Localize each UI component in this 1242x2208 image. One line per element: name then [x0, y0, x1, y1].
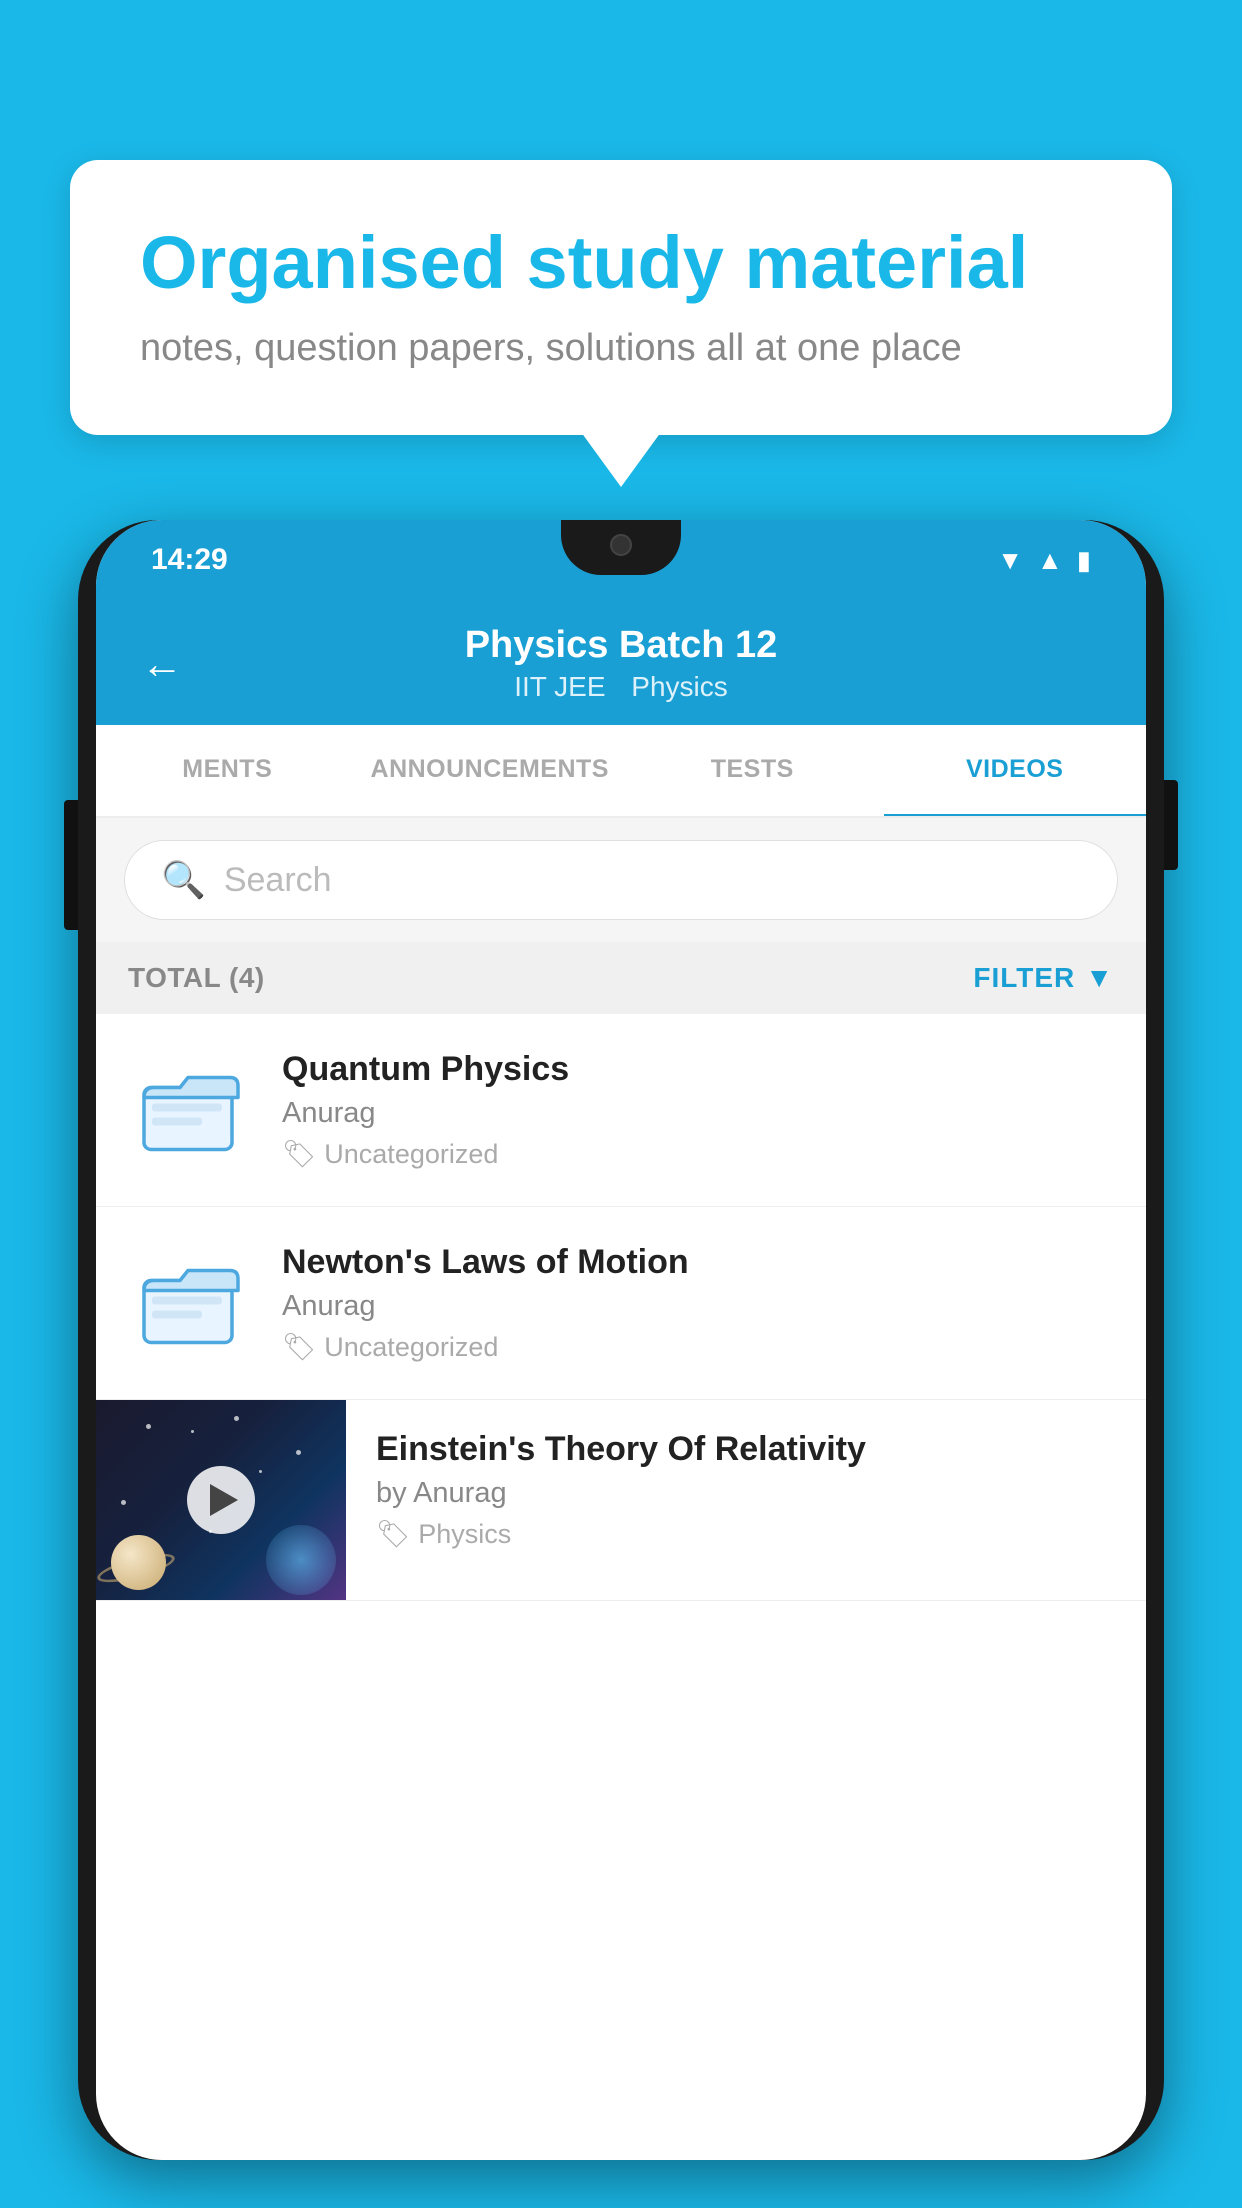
item-title: Quantum Physics: [282, 1050, 1110, 1089]
item-title: Einstein's Theory Of Relativity: [376, 1430, 1116, 1469]
phone-mockup: 14:29 ▼ ▲ ▮ ← Physics Batch 12 IIT JEE P…: [78, 520, 1164, 2208]
wifi-icon: ▼: [997, 545, 1023, 576]
item-thumb: [132, 1243, 252, 1363]
speech-bubble: Organised study material notes, question…: [70, 160, 1172, 435]
signal-icon: ▲: [1037, 545, 1063, 576]
tag-label: Physics: [418, 1519, 511, 1550]
tab-ments[interactable]: MENTS: [96, 725, 359, 816]
tab-announcements[interactable]: ANNOUNCEMENTS: [359, 725, 622, 816]
list-item[interactable]: Newton's Laws of Motion Anurag 🏷 Uncateg…: [96, 1207, 1146, 1400]
filter-button[interactable]: FILTER ▼: [973, 962, 1114, 994]
battery-icon: ▮: [1077, 545, 1091, 576]
phone-outer: 14:29 ▼ ▲ ▮ ← Physics Batch 12 IIT JEE P…: [78, 520, 1164, 2160]
item-title: Newton's Laws of Motion: [282, 1243, 1110, 1282]
item-thumb: [132, 1050, 252, 1170]
tabs-bar: MENTS ANNOUNCEMENTS TESTS VIDEOS: [96, 725, 1146, 818]
item-author: Anurag: [282, 1097, 1110, 1130]
planet: [111, 1535, 166, 1590]
list-item[interactable]: Quantum Physics Anurag 🏷 Uncategorized: [96, 1014, 1146, 1207]
play-button[interactable]: [187, 1466, 255, 1534]
tab-videos[interactable]: VIDEOS: [884, 725, 1147, 818]
search-icon: 🔍: [161, 859, 206, 901]
folder-icon: [137, 1055, 247, 1165]
tag-label: Uncategorized: [324, 1139, 498, 1170]
header-title: Physics Batch 12: [465, 624, 778, 667]
tag-icon: 🏷: [282, 1331, 316, 1363]
tag-icon: 🏷: [376, 1518, 410, 1550]
bubble-subtitle: notes, question papers, solutions all at…: [140, 327, 1102, 370]
item-author: Anurag: [282, 1290, 1110, 1323]
phone-inner: 14:29 ▼ ▲ ▮ ← Physics Batch 12 IIT JEE P…: [96, 520, 1146, 2160]
filter-label: FILTER: [973, 962, 1075, 994]
app-header: ← Physics Batch 12 IIT JEE Physics: [96, 600, 1146, 725]
search-input[interactable]: Search: [224, 861, 332, 900]
folder-icon: [137, 1248, 247, 1358]
item-info: Quantum Physics Anurag 🏷 Uncategorized: [282, 1050, 1110, 1170]
camera: [610, 534, 632, 556]
filter-icon: ▼: [1085, 962, 1114, 994]
notch: [561, 520, 681, 575]
subtitle-iitjee: IIT JEE: [514, 671, 605, 702]
item-info: Newton's Laws of Motion Anurag 🏷 Uncateg…: [282, 1243, 1110, 1363]
tag-label: Uncategorized: [324, 1332, 498, 1363]
glow: [266, 1525, 336, 1595]
search-bar[interactable]: 🔍 Search: [124, 840, 1118, 920]
status-icons: ▼ ▲ ▮: [997, 545, 1091, 576]
play-triangle-icon: [210, 1484, 238, 1516]
search-container: 🔍 Search: [96, 818, 1146, 942]
status-bar: 14:29 ▼ ▲ ▮: [96, 520, 1146, 600]
status-time: 14:29: [151, 543, 228, 577]
video-thumbnail: [96, 1400, 346, 1600]
video-list: Quantum Physics Anurag 🏷 Uncategorized: [96, 1014, 1146, 1601]
list-item[interactable]: Einstein's Theory Of Relativity by Anura…: [96, 1400, 1146, 1601]
header-subtitle: IIT JEE Physics: [465, 671, 778, 703]
header-text: Physics Batch 12 IIT JEE Physics: [465, 624, 778, 703]
item-info: Einstein's Theory Of Relativity by Anura…: [346, 1400, 1146, 1570]
item-tag: 🏷 Physics: [376, 1518, 1116, 1550]
bubble-title: Organised study material: [140, 220, 1102, 305]
back-button[interactable]: ←: [141, 640, 183, 688]
tag-icon: 🏷: [282, 1138, 316, 1170]
item-tag: 🏷 Uncategorized: [282, 1331, 1110, 1363]
filter-bar: TOTAL (4) FILTER ▼: [96, 942, 1146, 1014]
item-tag: 🏷 Uncategorized: [282, 1138, 1110, 1170]
total-count: TOTAL (4): [128, 962, 265, 994]
item-author: by Anurag: [376, 1477, 1116, 1510]
tab-tests[interactable]: TESTS: [621, 725, 884, 816]
subtitle-physics: Physics: [631, 671, 727, 702]
